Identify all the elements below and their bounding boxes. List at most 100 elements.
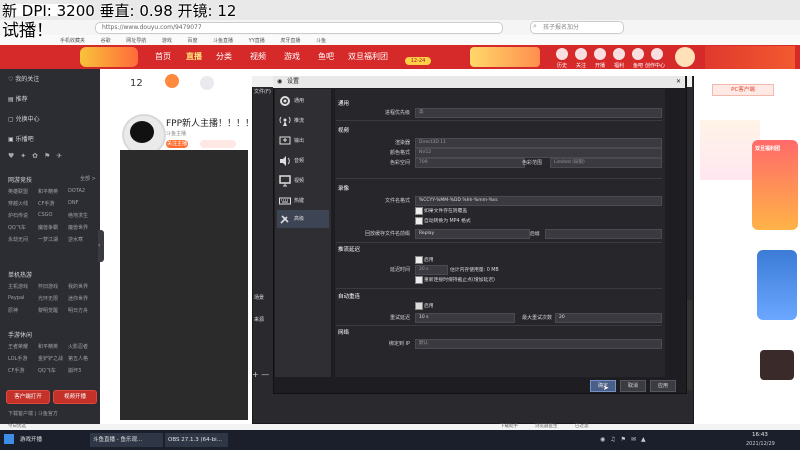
game-link[interactable]: 光环无限 (38, 295, 68, 302)
game-link[interactable]: QQ飞车 (8, 224, 38, 231)
bookmark-item[interactable]: 虎牙直播 (280, 38, 300, 44)
reconnect-enable-checkbox[interactable] (415, 302, 423, 310)
filename-format-input[interactable]: %CCYY-%MM-%DD %hh-%mm-%ss (415, 196, 662, 206)
game-link[interactable]: CF手游 (8, 367, 38, 374)
pc-client-button[interactable]: PC客户端 (712, 84, 774, 96)
browser-search-input[interactable]: 孩子报名加分 (530, 21, 624, 34)
anchor-name[interactable]: 斗鱼主播 (166, 130, 186, 137)
taskbar-item[interactable]: OBS 27.1.3 (64-bi... (165, 433, 228, 447)
nav-live[interactable]: 直播 (186, 51, 202, 62)
game-link[interactable]: QQ飞车 (38, 367, 68, 374)
game-link[interactable]: 和平精英 (38, 343, 68, 350)
game-link[interactable]: 逆水寒 (68, 236, 98, 243)
nav-double-festival[interactable]: 双旦福利团 (348, 51, 388, 62)
settings-cat-output[interactable]: 输出 (277, 132, 329, 150)
game-link[interactable]: 魔兽世界 (68, 224, 98, 231)
game-link[interactable]: 黎明觉醒 (38, 307, 68, 314)
stat-icon[interactable] (165, 74, 179, 88)
obs-add-icon[interactable]: + — (252, 370, 269, 379)
overwrite-checkbox[interactable] (415, 207, 423, 215)
settings-cat-general[interactable]: 通用 (277, 92, 329, 110)
cancel-button[interactable]: 取消 (620, 380, 646, 392)
game-link[interactable]: 绝地求生 (68, 212, 98, 219)
game-link[interactable]: LOL手游 (8, 355, 38, 362)
color-format-select[interactable]: NV12 (415, 148, 662, 158)
nav-video[interactable]: 视频 (250, 51, 266, 62)
game-link[interactable]: 崩坏3 (68, 367, 98, 374)
header-banner[interactable] (470, 47, 540, 67)
nav-home[interactable]: 首页 (155, 51, 171, 62)
game-link[interactable]: 穿越火线 (8, 200, 38, 207)
game-link[interactable]: 怀旧游戏 (38, 283, 68, 290)
stat-icon-2[interactable] (200, 76, 214, 90)
settings-cat-hotkeys[interactable]: 热键 (277, 192, 329, 210)
game-link[interactable]: 原神 (8, 307, 38, 314)
preserve-cutoff-checkbox[interactable] (415, 276, 423, 284)
settings-cat-advanced[interactable]: 高级 (277, 210, 329, 228)
gift-icon[interactable] (613, 48, 625, 60)
bookmark-item[interactable]: 斗鱼直播 (213, 38, 233, 44)
replay-prefix-input[interactable]: Replay (415, 229, 530, 239)
game-link[interactable]: 明日方舟 (68, 307, 98, 314)
sidebar-item-recommend[interactable]: ▤ 推荐 (8, 94, 28, 103)
bind-ip-select[interactable]: 默认 (415, 339, 662, 349)
url-input[interactable]: https://www.douyu.com/9479077 (95, 22, 503, 34)
right-promo-banner[interactable] (752, 140, 798, 230)
settings-cat-video[interactable]: 视频 (277, 172, 329, 190)
taskbar-item[interactable]: 游戏开播 (20, 433, 42, 447)
history-icon[interactable] (556, 48, 568, 60)
game-link[interactable]: 王者荣耀 (8, 343, 38, 350)
game-link[interactable]: 和平精英 (38, 188, 68, 195)
follow-tag[interactable]: 关注主播 (166, 140, 188, 148)
max-retries-spinbox[interactable]: 20 (555, 313, 662, 323)
settings-cat-stream[interactable]: 推流 (277, 112, 329, 130)
apply-button[interactable]: 应用 (650, 380, 676, 392)
sidebar-more-link[interactable]: 全部 > (80, 175, 96, 182)
game-link[interactable]: Paypal (8, 295, 38, 302)
game-link[interactable]: 我的世界 (68, 283, 98, 290)
renderer-select[interactable]: Direct3D 11 (415, 138, 662, 148)
obs-file-menu[interactable]: 文件(F) (254, 88, 271, 95)
autoremux-checkbox[interactable] (415, 217, 423, 225)
taskbar-item[interactable]: 斗鱼直播 - 鱼乐观... (90, 433, 163, 447)
user-avatar[interactable] (675, 47, 695, 67)
nav-category[interactable]: 分类 (216, 51, 232, 62)
game-link[interactable]: 魔兽争霸 (38, 224, 68, 231)
close-icon[interactable]: ✕ (676, 76, 681, 88)
bookmark-item[interactable]: 手机收藏夹 (60, 38, 85, 44)
bookmark-item[interactable]: 谷歌 (101, 38, 111, 44)
nav-yuba[interactable]: 鱼吧 (318, 51, 334, 62)
open-client-button[interactable]: 客户端打开 (6, 390, 50, 404)
color-range-select[interactable]: Limited (局限) (550, 158, 662, 168)
header-promo[interactable] (705, 46, 795, 69)
game-link[interactable]: 英雄联盟 (8, 188, 38, 195)
nav-game[interactable]: 游戏 (284, 51, 300, 62)
creator-icon[interactable] (651, 48, 663, 60)
collapse-sidebar-icon[interactable]: ‹ (98, 230, 104, 262)
follow-icon[interactable] (575, 48, 587, 60)
game-link[interactable]: 第五人格 (68, 355, 98, 362)
game-link[interactable]: DOTA2 (68, 188, 98, 195)
game-link[interactable]: 一梦江湖 (38, 236, 68, 243)
sidebar-item-yuba[interactable]: ▣ 乐播吧 (8, 134, 34, 143)
bookmark-item[interactable]: 网址导航 (126, 38, 146, 44)
broadcast-start-icon[interactable] (594, 48, 606, 60)
video-player[interactable] (120, 150, 248, 420)
bookmark-item[interactable]: 百度 (187, 38, 197, 44)
right-ad-card[interactable] (757, 250, 797, 320)
sidebar-item-exchange[interactable]: ▢ 兑换中心 (8, 114, 40, 123)
game-link[interactable]: 迷你世界 (68, 295, 98, 302)
start-icon[interactable] (4, 434, 14, 444)
game-link[interactable]: DNF (68, 200, 98, 207)
delay-time-spinbox[interactable]: 20 s (415, 265, 448, 275)
sidebar-footer[interactable]: 下载客户端 | 斗鱼官方 (8, 410, 58, 417)
game-link[interactable]: 永劫无间 (8, 236, 38, 243)
settings-cat-audio[interactable]: 音频 (277, 152, 329, 170)
site-logo[interactable] (80, 47, 138, 67)
game-link[interactable]: CF手游 (38, 200, 68, 207)
yuba-icon[interactable] (632, 48, 644, 60)
sidebar-item-follow[interactable]: ♡ 我的关注 (8, 74, 39, 83)
game-link[interactable]: 主机游戏 (8, 283, 38, 290)
video-broadcast-button[interactable]: 视频开播 (53, 390, 97, 404)
process-priority-select[interactable]: 高 (415, 108, 662, 118)
